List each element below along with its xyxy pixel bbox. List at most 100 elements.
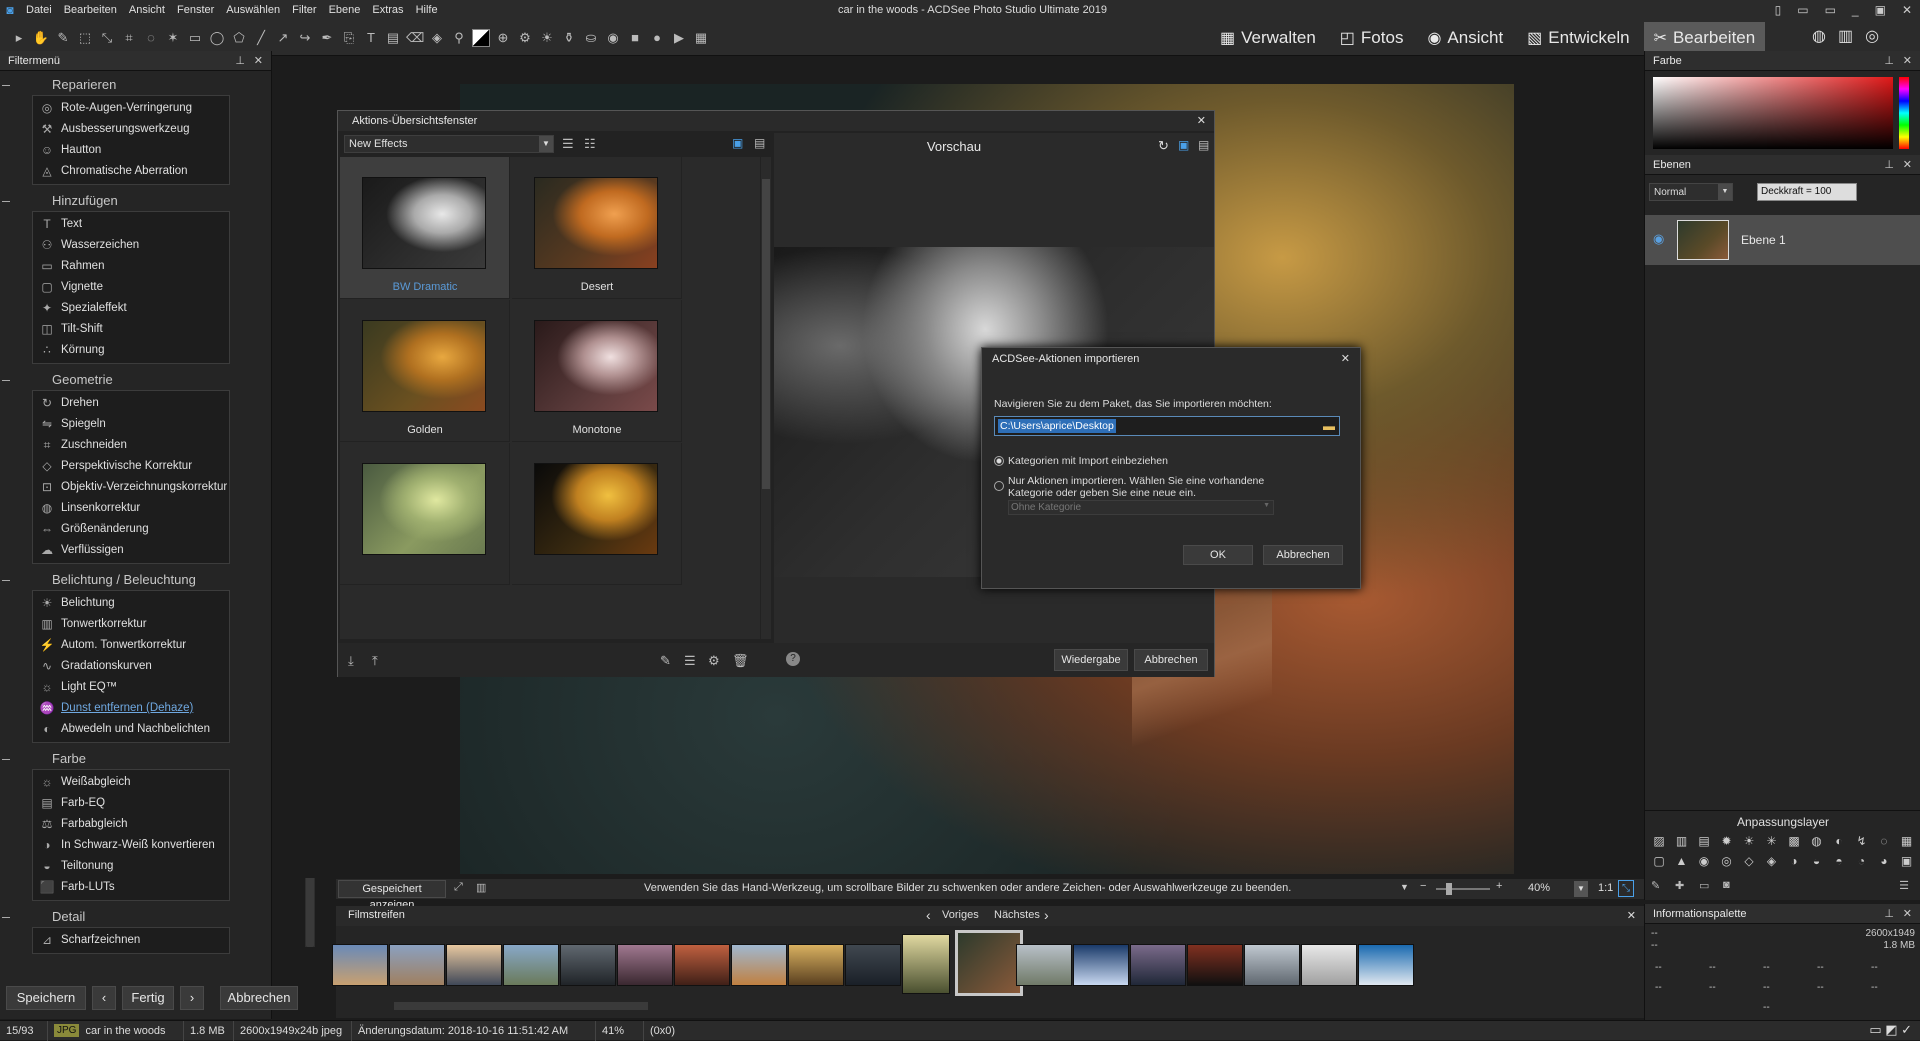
action-thumb[interactable]: Monotone	[512, 300, 682, 442]
manage-categories-icon[interactable]: ☷	[584, 136, 596, 152]
adjustment-layer-icon[interactable]: ▩	[1784, 833, 1804, 849]
adjustment-layer-icon[interactable]: ▣	[1897, 853, 1917, 869]
radio-include-categories[interactable]	[994, 456, 1004, 466]
category-select-disabled[interactable]: Ohne Kategorie ▼	[1008, 500, 1274, 515]
prev-image-button[interactable]: ‹	[92, 986, 116, 1010]
action-thumb[interactable]	[340, 443, 510, 585]
adjustment-layer-icon[interactable]: ◇	[1739, 853, 1759, 869]
delete-icon[interactable]: 🗑	[732, 653, 749, 669]
stamp-icon[interactable]: ⚱	[560, 29, 578, 47]
filter-item[interactable]: ◬ Chromatische Aberration	[33, 161, 229, 182]
adjustment-layer-icon[interactable]: ☀	[1739, 833, 1759, 849]
add-layer-icon[interactable]: ✚	[1675, 879, 1684, 892]
filter-item[interactable]: ⚡ Autom. Tonwertkorrektur	[33, 635, 229, 656]
filmstrip-next[interactable]: Nächstes	[994, 909, 1040, 921]
record-stop-icon[interactable]: ■	[626, 29, 644, 47]
record-icon[interactable]: ●	[648, 29, 666, 47]
action-thumb[interactable]: Golden	[340, 300, 510, 442]
filter-item[interactable]: ◍ Linsenkorrektur	[33, 498, 229, 519]
adjustment-layer-icon[interactable]: ◈	[1762, 853, 1782, 869]
action-thumb[interactable]: Desert	[512, 157, 682, 299]
selection-icon[interactable]: ⬚	[76, 29, 94, 47]
action-list-icon[interactable]: ☰	[684, 653, 696, 669]
image-view-icon[interactable]: ▣	[732, 136, 743, 150]
adjustment-layer-icon[interactable]: ◓	[1829, 853, 1849, 869]
chevron-down-icon[interactable]: ▼	[1718, 184, 1732, 200]
filmstrip-thumb[interactable]	[1187, 944, 1243, 986]
rect-select-icon[interactable]: ▭	[186, 29, 204, 47]
ratio-label[interactable]: 1:1	[1598, 882, 1613, 894]
adjustment-layer-icon[interactable]: ◑	[1784, 853, 1804, 869]
menu-ebene[interactable]: Ebene	[323, 0, 367, 20]
refresh-icon[interactable]: ↻	[1158, 138, 1169, 154]
menu-extras[interactable]: Extras	[366, 0, 409, 20]
show-saved-button[interactable]: Gespeichert anzeigen	[338, 880, 446, 911]
pin-icon[interactable]: ⊥	[235, 51, 245, 71]
filter-item[interactable]: ☀ Belichtung	[33, 593, 229, 614]
filmstrip-prev[interactable]: Voriges	[942, 909, 979, 921]
cancel-button[interactable]: Abbrechen	[220, 986, 298, 1010]
adjustment-layer-icon[interactable]: ▤	[1694, 833, 1714, 849]
filmstrip-thumb[interactable]	[1130, 944, 1186, 986]
panel-toggle-icon-2[interactable]: ▭	[1797, 0, 1808, 20]
section-2[interactable]: Geometrie	[0, 370, 262, 390]
filmstrip-thumb[interactable]	[1301, 944, 1357, 986]
play-button[interactable]: Wiedergabe	[1054, 649, 1128, 671]
color-picker[interactable]	[1653, 77, 1893, 149]
filmstrip-thumb[interactable]	[446, 944, 502, 986]
filter-item[interactable]: ☺ Hautton	[33, 140, 229, 161]
zoom-out-icon[interactable]: −	[1420, 880, 1426, 892]
next-image-button[interactable]: ›	[180, 986, 204, 1010]
radio-actions-only[interactable]	[994, 481, 1004, 491]
zoom-dropdown-icon[interactable]: ▼	[1400, 882, 1409, 892]
filmstrip-thumb[interactable]	[389, 944, 445, 986]
layout-icon[interactable]: ▤	[1198, 138, 1209, 152]
bucket-icon[interactable]: ⛀	[582, 29, 600, 47]
filmstrip-thumb[interactable]	[332, 944, 388, 986]
zoom-in-icon[interactable]: +	[1496, 880, 1502, 892]
filmstrip-thumb[interactable]	[1244, 944, 1300, 986]
filter-item[interactable]: ▢ Vignette	[33, 277, 229, 298]
duplicate-layer-icon[interactable]: ▭	[1699, 879, 1709, 892]
eye-toggle-icon[interactable]: ◎	[1865, 26, 1879, 46]
ellipse-select-icon[interactable]: ◯	[208, 29, 226, 47]
maximize-icon[interactable]: ▣	[1875, 0, 1886, 20]
color-swap-icon[interactable]	[472, 28, 490, 47]
zoom-slider[interactable]	[1436, 888, 1490, 890]
crop-icon[interactable]: ⌗	[120, 29, 138, 47]
layer-menu-icon[interactable]: ☰	[1899, 879, 1909, 892]
eraser-icon[interactable]: ⌫	[406, 29, 424, 47]
import-icon[interactable]: ⤓	[348, 653, 354, 669]
adjustment-layer-icon[interactable]: ▦	[1897, 833, 1917, 849]
adjustment-layer-icon[interactable]: ◍	[1807, 833, 1827, 849]
close-icon[interactable]: ✕	[1197, 114, 1206, 127]
filter-item[interactable]: ▭ Rahmen	[33, 256, 229, 277]
visibility-eye-icon[interactable]: ◉	[1653, 231, 1664, 247]
arrow-icon[interactable]: ↗	[274, 29, 292, 47]
menu-hilfe[interactable]: Hilfe	[410, 0, 444, 20]
play-icon[interactable]: ▶	[670, 29, 688, 47]
adjustment-layer-icon[interactable]: ▲	[1672, 853, 1692, 869]
adjustment-layer-icon[interactable]: ◐	[1829, 833, 1849, 849]
filter-item[interactable]: ◒ Teiltonung	[33, 856, 229, 877]
panel-toggle-icon-3[interactable]: ▭	[1825, 0, 1836, 20]
filter-item[interactable]: ☁ Verflüssigen	[33, 540, 229, 561]
layer-fx-icon[interactable]: ✎	[1651, 879, 1660, 892]
pointer-icon[interactable]: ▸	[10, 29, 28, 47]
menu-bearbeiten[interactable]: Bearbeiten	[58, 0, 123, 20]
filter-item[interactable]: ⊡ Objektiv-Verzeichnungskorrektur	[33, 477, 229, 498]
list-view-icon[interactable]: ▤	[754, 136, 765, 150]
filter-item[interactable]: ⌗ Zuschneiden	[33, 435, 229, 456]
opacity-field[interactable]: Deckkraft = 100	[1757, 183, 1857, 201]
filmstrip-thumb[interactable]	[731, 944, 787, 986]
close-icon[interactable]: ✕	[1903, 51, 1912, 71]
filter-item[interactable]: ⇋ Spiegeln	[33, 414, 229, 435]
actions-cancel-button[interactable]: Abbrechen	[1134, 649, 1208, 671]
chevron-down-icon[interactable]: ▼	[539, 136, 553, 152]
filmstrip-thumb[interactable]	[674, 944, 730, 986]
app-icon[interactable]: ◙	[0, 0, 20, 20]
filmstrip-thumb[interactable]	[1358, 944, 1414, 986]
light-icon[interactable]: ☀	[538, 29, 556, 47]
save-button[interactable]: Speichern	[6, 986, 86, 1010]
thumbs-scroll-thumb[interactable]	[762, 179, 770, 489]
